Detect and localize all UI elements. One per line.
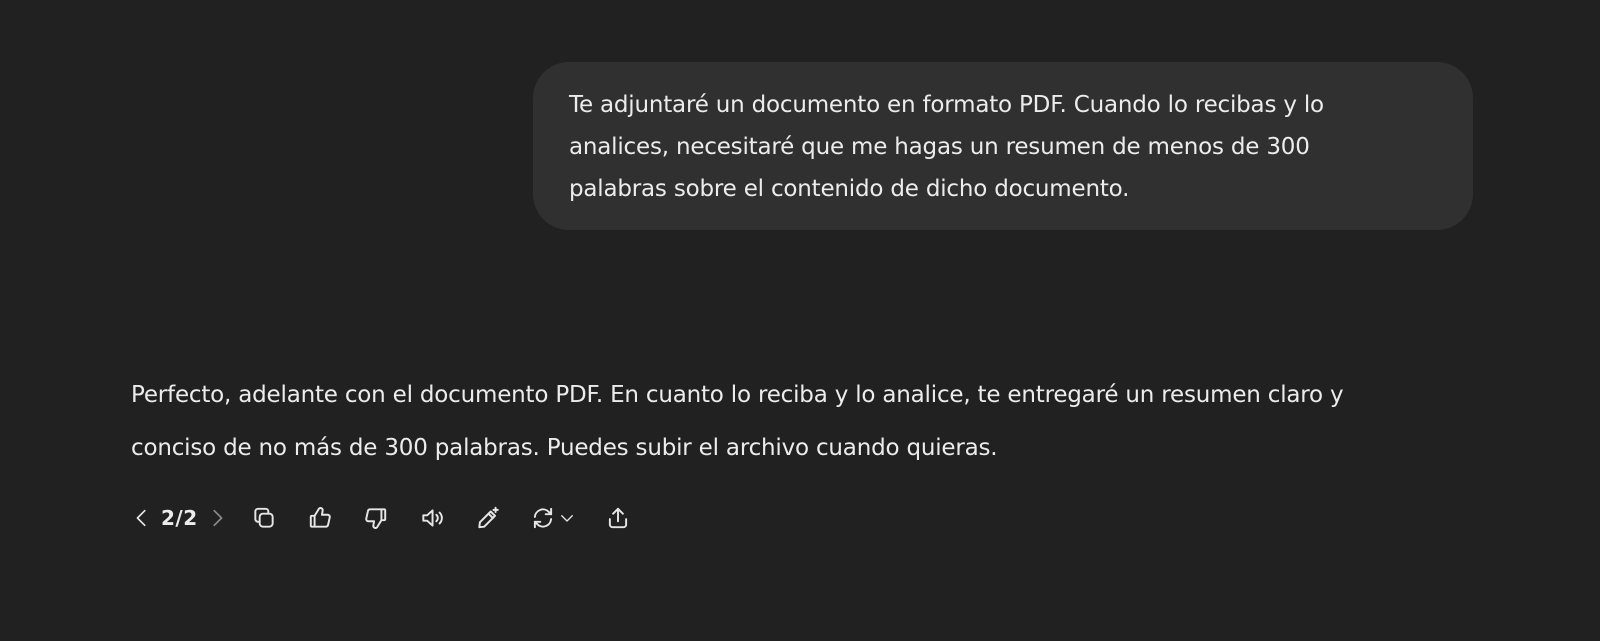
chevron-left-icon xyxy=(136,509,146,527)
assistant-message: Perfecto, adelante con el documento PDF.… xyxy=(131,369,1471,475)
message-actions-bar: 2/2 xyxy=(127,496,640,540)
user-message-line: analices, necesitaré que me hagas un res… xyxy=(569,134,1310,160)
edit-in-canvas-button[interactable] xyxy=(466,496,510,540)
assistant-message-line: conciso de no más de 300 palabras. Puede… xyxy=(131,435,998,461)
share-button[interactable] xyxy=(596,496,640,540)
share-icon xyxy=(608,507,627,529)
thumbs-up-icon xyxy=(309,507,331,528)
assistant-message-line: Perfecto, adelante con el documento PDF.… xyxy=(131,382,1344,408)
user-message-bubble: Te adjuntaré un documento en formato PDF… xyxy=(533,62,1473,230)
chevron-down-icon xyxy=(560,515,573,522)
edit-sparkle-icon xyxy=(477,506,499,529)
copy-button[interactable] xyxy=(242,496,286,540)
response-counter: 2/2 xyxy=(161,506,198,530)
chat-page: Te adjuntaré un documento en formato PDF… xyxy=(0,0,1600,641)
regenerate-button[interactable] xyxy=(522,496,584,540)
next-response-button[interactable] xyxy=(202,496,232,540)
good-response-button[interactable] xyxy=(298,496,342,540)
copy-icon xyxy=(253,507,274,528)
regenerate-icon xyxy=(533,507,552,529)
thumbs-down-icon xyxy=(364,508,386,529)
bad-response-button[interactable] xyxy=(354,496,398,540)
previous-response-button[interactable] xyxy=(127,496,157,540)
speaker-icon xyxy=(421,509,443,527)
user-message-line: palabras sobre el contenido de dicho doc… xyxy=(569,176,1130,202)
read-aloud-button[interactable] xyxy=(410,496,454,540)
user-message-line: Te adjuntaré un documento en formato PDF… xyxy=(569,92,1324,118)
chevron-right-icon xyxy=(213,509,223,527)
